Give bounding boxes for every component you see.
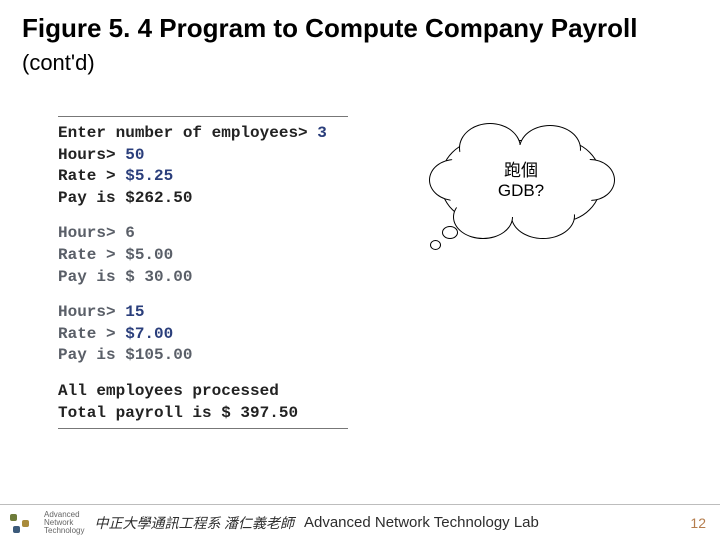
line: Enter number of employees> 3 (58, 123, 348, 145)
line: Rate > $5.00 (58, 245, 348, 267)
cloud-body: 跑個 GDB? (440, 140, 602, 222)
line: All employees processed (58, 381, 348, 403)
value: $5.25 (125, 167, 173, 185)
thought-line1: 跑個 (504, 161, 538, 181)
line: Pay is $105.00 (58, 345, 348, 367)
value: $7.00 (125, 325, 173, 343)
thought-bubble: 跑個 GDB? (440, 140, 610, 270)
slide-title: Figure 5. 4 Program to Compute Company P… (22, 12, 698, 77)
line: Pay is $262.50 (58, 188, 348, 210)
text: Enter number of employees> (58, 124, 317, 142)
logo-dot (22, 520, 29, 527)
thought-line2: GDB? (498, 181, 544, 201)
slide-footer: AdvancedNetworkTechnology 中正大學通訊工程系 潘仁義老… (0, 504, 720, 540)
value: 15 (125, 303, 144, 321)
cloud-tail (430, 240, 441, 250)
line: Hours> 50 (58, 145, 348, 167)
logo-caption: AdvancedNetworkTechnology (44, 511, 84, 535)
page-number: 12 (690, 515, 706, 531)
text: Hours> (58, 146, 125, 164)
line: Rate > $5.25 (58, 166, 348, 188)
rule-bottom (58, 428, 348, 429)
title-contd: (cont'd) (22, 50, 95, 75)
slide: Figure 5. 4 Program to Compute Company P… (0, 0, 720, 540)
footer-english: Advanced Network Technology Lab (304, 514, 539, 531)
text: Rate > (58, 167, 125, 185)
lab-logo (8, 511, 38, 535)
title-main: Figure 5. 4 Program to Compute Company P… (22, 13, 637, 43)
footer-chinese: 中正大學通訊工程系 潘仁義老師 (94, 513, 294, 533)
line: Hours> 6 (58, 223, 348, 245)
value: 3 (317, 124, 327, 142)
text: Rate > (58, 325, 125, 343)
thought-text: 跑個 GDB? (441, 141, 601, 221)
spacer (58, 288, 348, 302)
line: Pay is $ 30.00 (58, 267, 348, 289)
line: Total payroll is $ 397.50 (58, 403, 348, 425)
cloud-tail (442, 226, 458, 239)
line: Rate > $7.00 (58, 324, 348, 346)
rule-top (58, 116, 348, 117)
spacer (58, 209, 348, 223)
text: Hours> (58, 303, 125, 321)
value: 50 (125, 146, 144, 164)
spacer (58, 367, 348, 381)
program-output: Enter number of employees> 3 Hours> 50 R… (58, 112, 348, 435)
logo-dot (10, 514, 17, 521)
logo-dot (13, 526, 20, 533)
line: Hours> 15 (58, 302, 348, 324)
